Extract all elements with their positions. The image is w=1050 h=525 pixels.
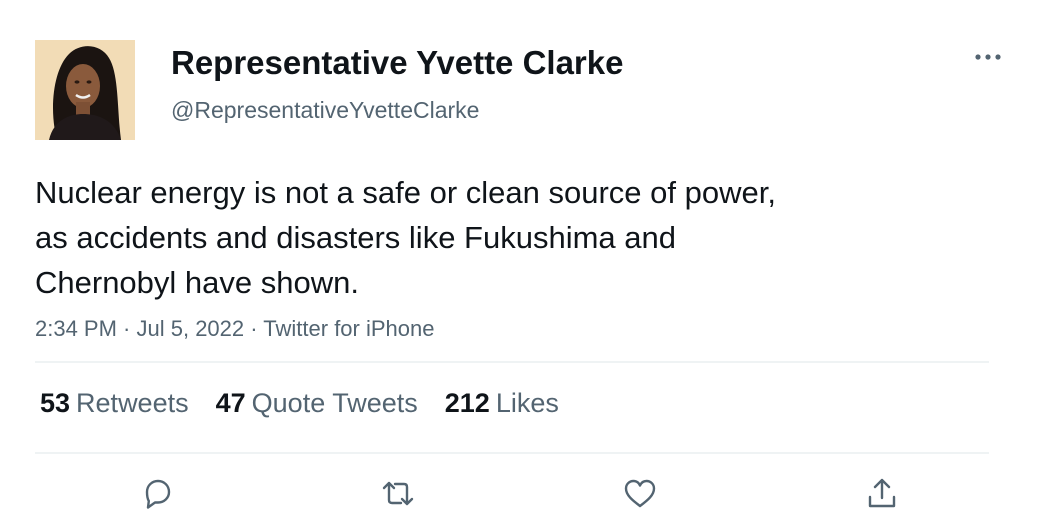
tweet-text-line: Nuclear energy is not a safe or clean so… — [35, 175, 776, 210]
quote-tweets-count: 47 — [215, 388, 246, 418]
tweet-text-line: Chernobyl have shown. — [35, 265, 359, 300]
author-handle[interactable]: @RepresentativeYvetteClarke — [171, 97, 479, 124]
tweet-source[interactable]: Twitter for iPhone — [263, 316, 434, 341]
share-icon — [868, 478, 896, 508]
retweets-count: 53 — [40, 388, 71, 418]
retweets-label: Retweets — [76, 388, 189, 418]
reply-icon — [145, 479, 171, 509]
divider — [35, 361, 989, 363]
avatar-photo — [35, 40, 135, 140]
likes-stat[interactable]: 212 Likes — [445, 388, 559, 419]
tweet-card: Representative Yvette Clarke @Representa… — [0, 0, 1050, 525]
likes-label: Likes — [495, 388, 559, 418]
meta-separator: · — [244, 316, 264, 341]
retweet-button[interactable] — [376, 472, 420, 516]
quote-tweets-label: Quote Tweets — [251, 388, 418, 418]
engagement-stats: 53 Retweets 47 Quote Tweets 212 Likes — [40, 388, 586, 419]
tweet-meta: 2:34 PM · Jul 5, 2022 · Twitter for iPho… — [35, 316, 434, 342]
reply-button[interactable] — [134, 472, 178, 516]
tweet-time[interactable]: 2:34 PM — [35, 316, 117, 341]
author-display-name[interactable]: Representative Yvette Clarke — [171, 44, 623, 82]
divider — [35, 452, 989, 454]
meta-separator: · — [116, 316, 137, 341]
share-button[interactable] — [860, 472, 904, 516]
avatar[interactable] — [35, 40, 135, 140]
heart-icon — [624, 479, 656, 508]
tweet-text: Nuclear energy is not a safe or clean so… — [35, 170, 935, 305]
retweets-stat[interactable]: 53 Retweets — [40, 388, 189, 419]
more-icon — [975, 54, 1001, 60]
tweet-date[interactable]: Jul 5, 2022 — [137, 316, 245, 341]
retweet-icon — [382, 481, 414, 506]
quote-tweets-stat[interactable]: 47 Quote Tweets — [216, 388, 418, 419]
likes-count: 212 — [444, 388, 490, 418]
tweet-text-line: as accidents and disasters like Fukushim… — [35, 220, 676, 255]
like-button[interactable] — [618, 472, 662, 516]
more-options-button[interactable] — [968, 44, 1008, 70]
